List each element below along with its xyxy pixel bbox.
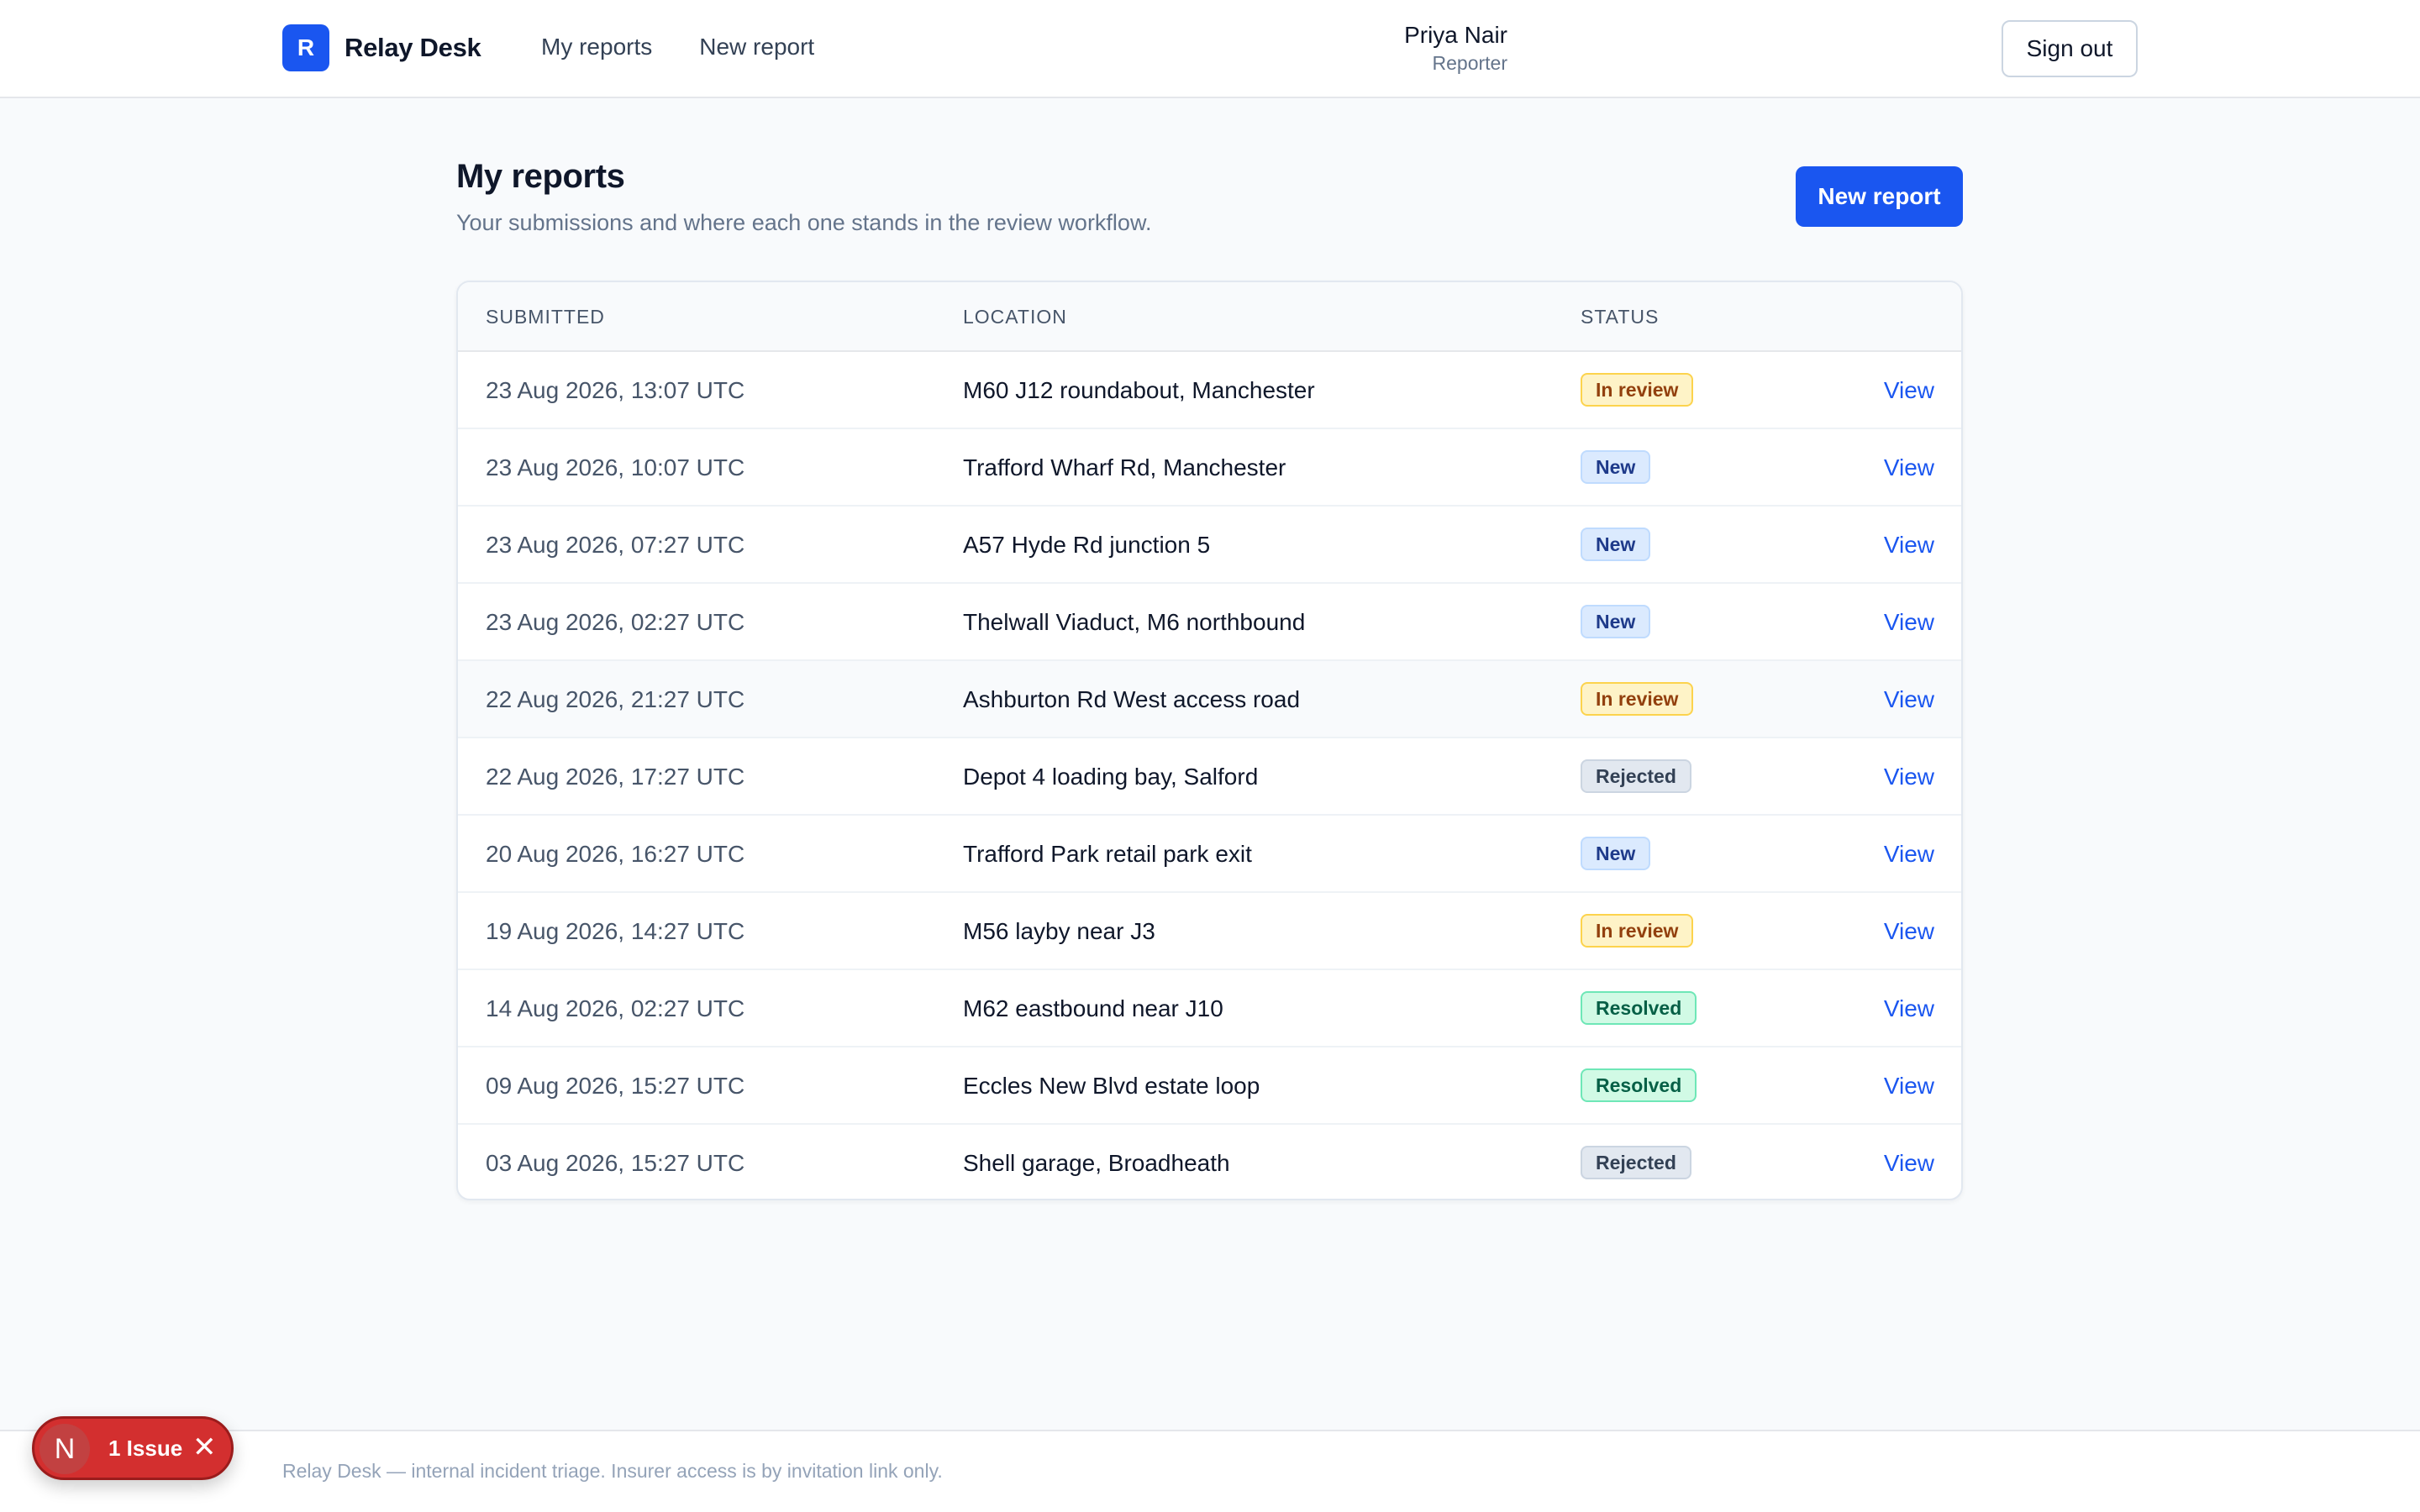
table-body: 23 Aug 2026, 13:07 UTC M60 J12 roundabout… bbox=[458, 352, 1961, 1199]
view-link[interactable]: View bbox=[1884, 1150, 1934, 1177]
submitted-cell: 20 Aug 2026, 16:27 UTC bbox=[486, 841, 745, 867]
status-cell: Rejected bbox=[1581, 759, 1691, 793]
view-link[interactable]: View bbox=[1884, 377, 1934, 404]
nav-my-reports[interactable]: My reports bbox=[541, 34, 652, 60]
location-cell: Trafford Park retail park exit bbox=[963, 841, 1252, 867]
view-link[interactable]: View bbox=[1884, 918, 1934, 945]
location-cell: Eccles New Blvd estate loop bbox=[963, 1073, 1260, 1099]
location-cell: Depot 4 loading bay, Salford bbox=[963, 764, 1259, 790]
table-row[interactable]: 14 Aug 2026, 02:27 UTC M62 eastbound near… bbox=[458, 970, 1961, 1047]
submitted-cell: 14 Aug 2026, 02:27 UTC bbox=[486, 995, 745, 1021]
brand-logo: R bbox=[282, 24, 329, 71]
table-row[interactable]: 03 Aug 2026, 15:27 UTC Shell garage, Broa… bbox=[458, 1125, 1961, 1199]
reports-table: SUBMITTED LOCATION STATUS 23 Aug 2026, 1… bbox=[456, 281, 1963, 1200]
sign-out-button[interactable]: Sign out bbox=[2002, 20, 2138, 77]
table-row[interactable]: 09 Aug 2026, 15:27 UTC Eccles New Blvd es… bbox=[458, 1047, 1961, 1125]
status-cell: Resolved bbox=[1581, 1068, 1697, 1102]
table-row[interactable]: 23 Aug 2026, 07:27 UTC A57 Hyde Rd juncti… bbox=[458, 507, 1961, 584]
location-cell: Trafford Wharf Rd, Manchester bbox=[963, 454, 1286, 480]
submitted-cell: 23 Aug 2026, 13:07 UTC bbox=[486, 377, 745, 403]
status-cell: In review bbox=[1581, 914, 1694, 948]
status-cell: Resolved bbox=[1581, 991, 1697, 1025]
footer-text: Relay Desk — internal incident triage. I… bbox=[282, 1460, 943, 1482]
submitted-cell: 09 Aug 2026, 15:27 UTC bbox=[486, 1073, 745, 1099]
location-cell: M60 J12 roundabout, Manchester bbox=[963, 377, 1315, 403]
brand[interactable]: R Relay Desk bbox=[282, 24, 481, 71]
view-link[interactable]: View bbox=[1884, 764, 1934, 790]
table-row[interactable]: 23 Aug 2026, 02:27 UTC Thelwall Viaduct, … bbox=[458, 584, 1961, 661]
status-badge: Resolved bbox=[1581, 1068, 1697, 1102]
status-badge: In review bbox=[1581, 373, 1694, 407]
status-badge: In review bbox=[1581, 914, 1694, 948]
table-row[interactable]: 23 Aug 2026, 10:07 UTC Trafford Wharf Rd,… bbox=[458, 429, 1961, 507]
table-row[interactable]: 19 Aug 2026, 14:27 UTC M56 layby near J3 I… bbox=[458, 893, 1961, 970]
user-name: Priya Nair bbox=[1404, 22, 1507, 48]
footer: Relay Desk — internal incident triage. I… bbox=[0, 1430, 2420, 1512]
table-row[interactable]: 20 Aug 2026, 16:27 UTC Trafford Park reta… bbox=[458, 816, 1961, 893]
table-header: SUBMITTED LOCATION STATUS bbox=[458, 282, 1961, 352]
submitted-cell: 23 Aug 2026, 10:07 UTC bbox=[486, 454, 745, 480]
view-link[interactable]: View bbox=[1884, 532, 1934, 559]
status-badge: In review bbox=[1581, 682, 1694, 716]
nav-new-report[interactable]: New report bbox=[699, 34, 814, 60]
issue-count[interactable]: 1 Issue bbox=[108, 1436, 182, 1462]
location-cell: Ashburton Rd West access road bbox=[963, 686, 1301, 712]
submitted-cell: 03 Aug 2026, 15:27 UTC bbox=[486, 1150, 745, 1176]
column-header-submitted: SUBMITTED bbox=[486, 306, 605, 328]
brand-name: Relay Desk bbox=[345, 33, 481, 62]
status-cell: New bbox=[1581, 450, 1651, 484]
status-badge: New bbox=[1581, 605, 1651, 638]
submitted-cell: 23 Aug 2026, 02:27 UTC bbox=[486, 609, 745, 635]
status-cell: New bbox=[1581, 605, 1651, 638]
table-row[interactable]: 23 Aug 2026, 13:07 UTC M60 J12 roundabout… bbox=[458, 352, 1961, 429]
location-cell: A57 Hyde Rd junction 5 bbox=[963, 532, 1211, 558]
user-info: Priya Nair Reporter bbox=[1404, 22, 1507, 75]
new-report-button[interactable]: New report bbox=[1796, 166, 1963, 227]
view-link[interactable]: View bbox=[1884, 686, 1934, 713]
issue-indicator[interactable]: N 1 Issue ✕ bbox=[32, 1416, 234, 1480]
location-cell: Thelwall Viaduct, M6 northbound bbox=[963, 609, 1306, 635]
status-cell: New bbox=[1581, 837, 1651, 870]
table-row[interactable]: 22 Aug 2026, 21:27 UTC Ashburton Rd West … bbox=[458, 661, 1961, 738]
status-cell: New bbox=[1581, 528, 1651, 561]
status-badge: New bbox=[1581, 528, 1651, 561]
close-icon[interactable]: ✕ bbox=[192, 1431, 217, 1464]
status-cell: In review bbox=[1581, 682, 1694, 716]
status-badge: Rejected bbox=[1581, 1146, 1691, 1179]
column-header-location: LOCATION bbox=[963, 306, 1067, 328]
main-nav: My reports New report bbox=[541, 34, 814, 60]
view-link[interactable]: View bbox=[1884, 1073, 1934, 1100]
status-cell: Rejected bbox=[1581, 1146, 1691, 1179]
page-subtitle: Your submissions and where each one stan… bbox=[456, 210, 1152, 235]
next-logo-icon: N bbox=[39, 1424, 90, 1474]
user-role: Reporter bbox=[1432, 52, 1507, 74]
view-link[interactable]: View bbox=[1884, 454, 1934, 481]
view-link[interactable]: View bbox=[1884, 995, 1934, 1022]
status-badge: New bbox=[1581, 450, 1651, 484]
view-link[interactable]: View bbox=[1884, 609, 1934, 636]
view-link[interactable]: View bbox=[1884, 841, 1934, 868]
column-header-status: STATUS bbox=[1581, 306, 1660, 328]
status-badge: New bbox=[1581, 837, 1651, 870]
location-cell: M56 layby near J3 bbox=[963, 918, 1155, 944]
top-bar: R Relay Desk My reports New report Priya… bbox=[0, 0, 2420, 98]
submitted-cell: 22 Aug 2026, 21:27 UTC bbox=[486, 686, 745, 712]
table-row[interactable]: 22 Aug 2026, 17:27 UTC Depot 4 loading ba… bbox=[458, 738, 1961, 816]
submitted-cell: 23 Aug 2026, 07:27 UTC bbox=[486, 532, 745, 558]
status-cell: In review bbox=[1581, 373, 1694, 407]
status-badge: Rejected bbox=[1581, 759, 1691, 793]
status-badge: Resolved bbox=[1581, 991, 1697, 1025]
location-cell: Shell garage, Broadheath bbox=[963, 1150, 1230, 1176]
submitted-cell: 22 Aug 2026, 17:27 UTC bbox=[486, 764, 745, 790]
page-title: My reports bbox=[456, 158, 625, 195]
submitted-cell: 19 Aug 2026, 14:27 UTC bbox=[486, 918, 745, 944]
location-cell: M62 eastbound near J10 bbox=[963, 995, 1223, 1021]
